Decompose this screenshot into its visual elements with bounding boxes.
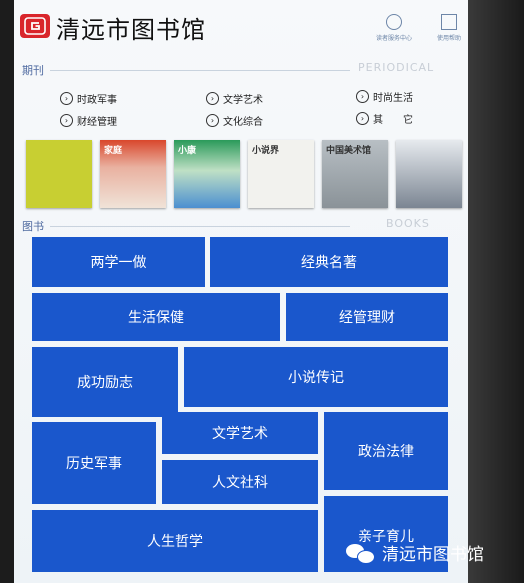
watermark-text: 清远市图书馆 xyxy=(382,545,484,565)
periodical-divider xyxy=(50,70,350,71)
arrow-right-icon: › xyxy=(60,92,73,105)
magazine-cover[interactable] xyxy=(396,140,462,208)
category-label: 时尚生活 xyxy=(373,93,413,104)
periodical-category-6[interactable]: › 其 它 xyxy=(356,111,413,126)
book-tile-success[interactable]: 成功励志 xyxy=(32,347,178,417)
category-label: 文化综合 xyxy=(223,117,263,128)
app-title: 清远市图书馆 xyxy=(56,16,206,44)
wechat-icon xyxy=(346,542,376,564)
periodical-category-5[interactable]: › 文化综合 xyxy=(206,113,263,128)
magazine-cover[interactable]: 小康 xyxy=(174,140,240,208)
arrow-right-icon: › xyxy=(206,114,219,127)
header: 清远市图书馆 读者服务中心 使用帮助 xyxy=(14,0,468,52)
category-label: 财经管理 xyxy=(77,117,117,128)
book-tile-classics[interactable]: 经典名著 xyxy=(210,237,448,287)
library-logo xyxy=(20,14,50,38)
reader-service-label: 读者服务中心 xyxy=(375,35,412,42)
books-divider xyxy=(50,226,350,227)
magazine-cover[interactable] xyxy=(26,140,92,208)
book-tile-health[interactable]: 生活保健 xyxy=(32,293,280,341)
help-label: 使用帮助 xyxy=(436,35,461,42)
wechat-watermark: 清远市图书馆 xyxy=(346,540,484,565)
kiosk-screen: 清远市图书馆 读者服务中心 使用帮助 期刊 PERIODICAL › 时政军事 … xyxy=(14,0,468,583)
arrow-right-icon: › xyxy=(356,90,369,103)
magazine-cover[interactable]: 家庭 xyxy=(100,140,166,208)
periodical-english-label: PERIODICAL xyxy=(358,61,435,74)
periodical-category-2[interactable]: › 文学艺术 xyxy=(206,91,263,106)
arrow-right-icon: › xyxy=(60,114,73,127)
service-icon xyxy=(386,14,402,30)
book-tile-humanities[interactable]: 人文社科 xyxy=(162,460,318,504)
logo-g-icon xyxy=(24,17,46,35)
book-tile-fiction[interactable]: 小说传记 xyxy=(184,347,448,407)
book-tile-politics[interactable]: 政治法律 xyxy=(324,412,448,490)
magazine-cover[interactable]: 小说界 xyxy=(248,140,314,208)
book-tile-literature[interactable]: 文学艺术 xyxy=(162,412,318,454)
book-tile-philosophy[interactable]: 人生哲学 xyxy=(32,510,318,572)
books-section-title: 图书 xyxy=(22,220,44,233)
magazine-cover[interactable]: 中国美术馆 xyxy=(322,140,388,208)
arrow-right-icon: › xyxy=(356,112,369,125)
screen-bezel-right xyxy=(468,0,524,583)
arrow-right-icon: › xyxy=(206,92,219,105)
book-tile-finance[interactable]: 经管理财 xyxy=(286,293,448,341)
help-button[interactable]: 使用帮助 xyxy=(424,14,468,42)
periodical-category-3[interactable]: › 时尚生活 xyxy=(356,89,413,104)
periodical-section-title: 期刊 xyxy=(22,64,44,77)
book-tile-history[interactable]: 历史军事 xyxy=(32,422,156,504)
category-label: 时政军事 xyxy=(77,95,117,106)
screen-bezel-left xyxy=(0,0,14,583)
help-icon xyxy=(441,14,457,30)
reader-service-button[interactable]: 读者服务中心 xyxy=(369,14,419,42)
books-english-label: BOOKS xyxy=(386,217,430,230)
book-tile-liangxue[interactable]: 两学一做 xyxy=(32,237,205,287)
periodical-category-1[interactable]: › 时政军事 xyxy=(60,91,117,106)
periodical-category-4[interactable]: › 财经管理 xyxy=(60,113,117,128)
category-label: 其 它 xyxy=(373,115,413,126)
category-label: 文学艺术 xyxy=(223,95,263,106)
